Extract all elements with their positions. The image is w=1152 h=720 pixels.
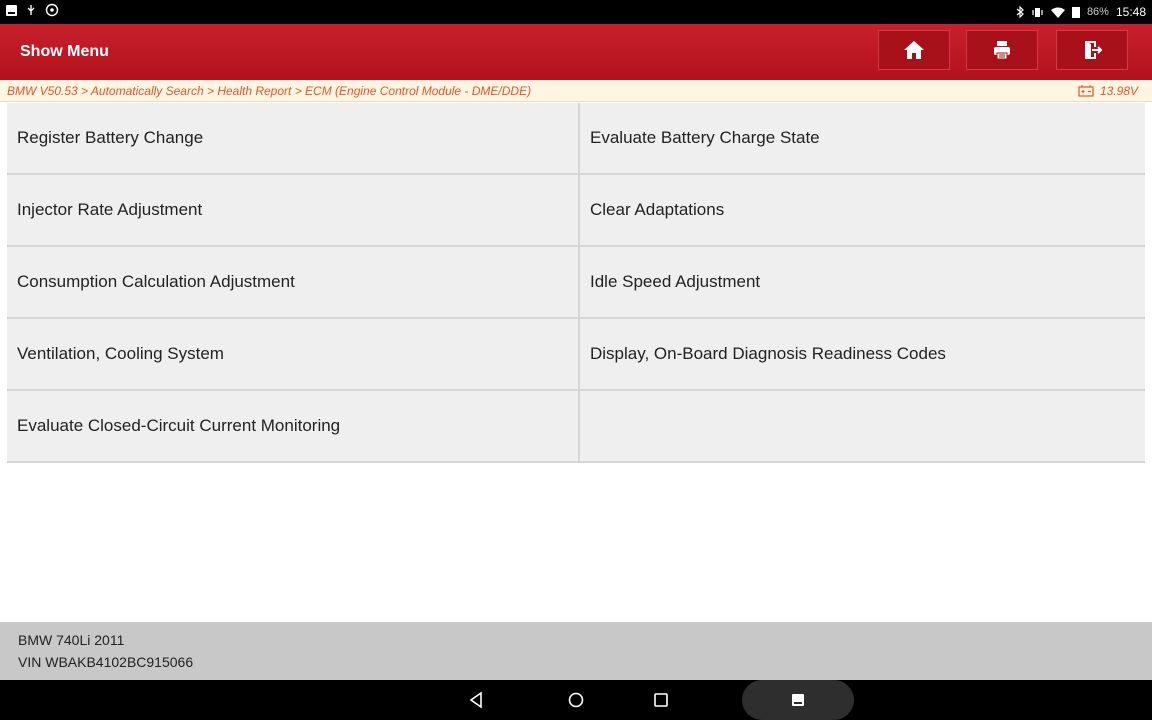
menu-item-consumption-calculation-adjustment[interactable]: Consumption Calculation Adjustment [7,247,580,319]
bluetooth-icon [1016,6,1024,18]
menu-item-label: Ventilation, Cooling System [17,344,224,363]
back-icon[interactable] [467,690,485,710]
battery-percent: 86% [1086,6,1109,18]
menu-item-ventilation-cooling-system[interactable]: Ventilation, Cooling System [7,319,580,391]
menu-item-label: Register Battery Change [17,128,204,147]
menu-item-label: Evaluate Battery Charge State [590,128,820,147]
menu-item-closed-circuit-current-monitoring[interactable]: Evaluate Closed-Circuit Current Monitori… [7,391,580,463]
wifi-icon [1050,7,1065,18]
menu-item-clear-adaptations[interactable]: Clear Adaptations [580,175,1145,247]
debug-icon [45,3,59,17]
menu-item-label: Clear Adaptations [590,200,725,219]
voltage-indicator: 13.98V [1078,84,1138,98]
title-bar: Show Menu [0,24,1152,80]
battery-voltage-icon [1078,85,1094,97]
voltage-value: 13.98V [1099,84,1138,98]
menu-item-idle-speed-adjustment[interactable]: Idle Speed Adjustment [580,247,1145,319]
menu-item-obd-readiness-codes[interactable]: Display, On-Board Diagnosis Readiness Co… [580,319,1145,391]
menu-item-label: Idle Speed Adjustment [590,272,761,291]
recents-icon[interactable] [651,690,671,710]
screenshot-icon[interactable] [789,690,807,710]
print-button[interactable] [966,30,1038,70]
page-title: Show Menu [20,43,109,60]
usb-icon [27,5,35,15]
home-circle-icon[interactable] [566,690,586,710]
home-button[interactable] [878,30,950,70]
gallery-icon [6,4,17,16]
menu-item-injector-rate-adjustment[interactable]: Injector Rate Adjustment [7,175,580,247]
print-icon [994,41,1010,60]
status-left-icons [6,3,59,17]
breadcrumb-bar: BMW V50.53 > Automatically Search > Heal… [0,80,1152,102]
vehicle-vin: VIN WBAKB4102BC915066 [18,654,194,670]
menu-item-label: Evaluate Closed-Circuit Current Monitori… [17,416,341,435]
menu-item-label: Consumption Calculation Adjustment [17,272,295,291]
menu-item-label: Injector Rate Adjustment [17,200,203,219]
vehicle-info-bar: BMW 740Li 2011 VIN WBAKB4102BC915066 [0,622,1152,680]
menu-item-register-battery-change[interactable]: Register Battery Change [7,103,580,175]
exit-button[interactable] [1056,30,1128,70]
home-icon [904,41,924,59]
vibrate-icon [1032,7,1043,17]
status-right: 86% 15:48 [1016,5,1146,19]
menu-item-evaluate-battery-charge-state[interactable]: Evaluate Battery Charge State [580,103,1145,175]
vehicle-model: BMW 740Li 2011 [18,632,125,648]
battery-icon [1071,7,1080,18]
navigation-bar [0,680,1152,720]
function-menu: Register Battery Change Evaluate Battery… [7,103,1145,463]
clock: 15:48 [1115,5,1146,19]
breadcrumb: BMW V50.53 > Automatically Search > Heal… [7,84,532,98]
exit-icon [1085,41,1103,59]
status-bar: 86% 15:48 [0,0,1152,24]
menu-item-label: Display, On-Board Diagnosis Readiness Co… [590,344,946,363]
menu-item-empty [580,391,1145,463]
